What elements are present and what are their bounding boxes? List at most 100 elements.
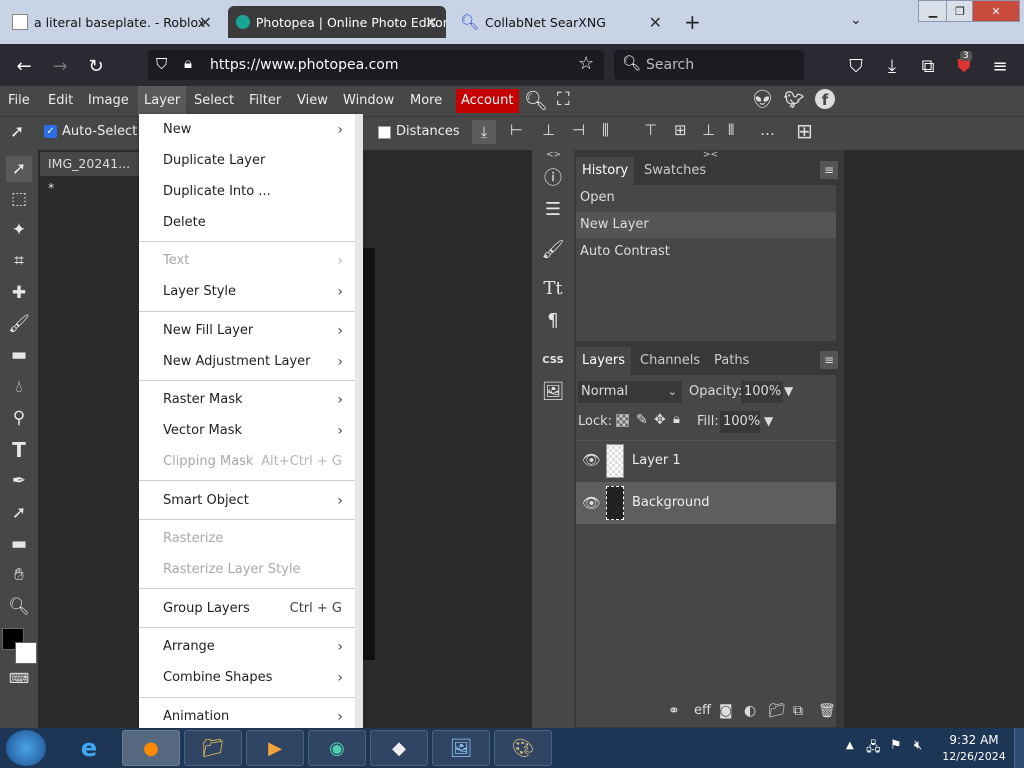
tab-list-chevron-icon[interactable]: ⌄ <box>850 12 862 28</box>
hamburger-menu-icon[interactable]: ≡ <box>988 54 1012 78</box>
start-button[interactable] <box>6 730 46 766</box>
gradient-tool-icon[interactable]: ▬ <box>6 342 32 368</box>
media-player-icon[interactable]: ▶ <box>246 730 304 766</box>
menu-scrollbar[interactable] <box>355 114 363 728</box>
menu-more[interactable]: More <box>410 86 442 116</box>
crop-tool-icon[interactable]: ⌗ <box>6 248 32 274</box>
minimize-button[interactable]: ▁ <box>918 0 948 22</box>
url-bar[interactable]: ⛉ 🔒︎ https://www.photopea.com ☆ <box>148 50 604 80</box>
extensions-icon[interactable]: ⧉ <box>916 54 940 78</box>
css-icon[interactable]: CSS <box>540 347 566 373</box>
menu-item-arrange[interactable]: Arrange › <box>139 632 355 662</box>
menu-item-raster-mask[interactable]: Raster Mask › <box>139 385 355 415</box>
menu-filter[interactable]: Filter <box>249 86 281 116</box>
roblox-icon[interactable]: ◆ <box>370 730 428 766</box>
internet-explorer-icon[interactable]: e <box>60 730 118 766</box>
adjustment-layer-icon[interactable]: ◐ <box>744 703 756 719</box>
paragraph-icon[interactable]: ¶ <box>540 307 566 333</box>
new-tab-button[interactable]: + <box>684 10 701 34</box>
menu-item-vector-mask[interactable]: Vector Mask › <box>139 416 355 446</box>
browser-tab-searxng[interactable]: 🔍︎ CollabNet SearXNG ✕ <box>452 6 670 38</box>
visibility-eye-icon[interactable]: 👁︎ <box>582 494 601 512</box>
show-desktop-button[interactable] <box>1014 728 1024 768</box>
new-layer-icon[interactable]: ⧉ <box>793 703 803 719</box>
firefox-icon[interactable]: ● <box>122 730 180 766</box>
network-icon[interactable]: 🖧︎ <box>866 738 881 760</box>
distances-checkbox[interactable] <box>378 126 391 139</box>
browser-tab-roblox[interactable]: a literal baseplate. - Roblox ✕ <box>6 6 220 38</box>
background-color-swatch[interactable] <box>15 642 37 664</box>
opacity-input[interactable]: 100% <box>741 381 783 403</box>
tab-history[interactable]: History <box>576 157 635 185</box>
file-explorer-icon[interactable]: 📁︎ <box>184 730 242 766</box>
menu-item-delete[interactable]: Delete <box>139 208 355 238</box>
visibility-eye-icon[interactable]: 👁︎ <box>582 451 601 469</box>
tab-channels[interactable]: Channels <box>634 347 706 375</box>
lock-pixels-icon[interactable]: ✎ <box>636 412 648 428</box>
download-icon[interactable]: ⤓ <box>472 120 496 144</box>
menu-select[interactable]: Select <box>194 86 234 116</box>
paint-icon[interactable]: 🎨︎ <box>494 730 552 766</box>
menu-edit[interactable]: Edit <box>48 86 73 116</box>
hand-tool-icon[interactable]: ✋︎ <box>6 562 32 588</box>
account-button[interactable]: Account <box>456 89 519 113</box>
menu-view[interactable]: View <box>297 86 328 116</box>
distribute-icon[interactable]: ⫼ <box>602 121 609 139</box>
info-icon[interactable]: ⓘ <box>540 164 566 190</box>
text-tool-icon[interactable]: T <box>6 437 32 463</box>
healing-tool-icon[interactable]: ✚ <box>6 280 32 306</box>
downloads-icon[interactable]: ⤓ <box>880 54 904 78</box>
back-arrow-icon[interactable]: ← <box>12 54 36 78</box>
browser-tab-photopea[interactable]: Photopea | Online Photo Editor ✕ <box>228 6 446 38</box>
pen-tool-icon[interactable]: ✒ <box>6 468 32 494</box>
clock-date[interactable]: 12/26/2024 <box>940 750 1008 763</box>
photopea-app-icon[interactable]: ◉ <box>308 730 366 766</box>
history-panel-menu-icon[interactable]: ≡ <box>820 161 838 179</box>
maximize-button[interactable]: ❐ <box>946 0 974 22</box>
menu-item-group-layers[interactable]: Group Layers Ctrl + G <box>139 594 355 624</box>
adjustments-icon[interactable]: ☰ <box>540 196 566 222</box>
history-item[interactable]: Auto Contrast <box>576 239 836 265</box>
layers-panel-menu-icon[interactable]: ≡ <box>820 351 838 369</box>
keyboard-icon[interactable]: ⌨ <box>6 666 32 692</box>
new-group-icon[interactable]: 📁︎ <box>768 703 786 719</box>
collapse-handle-icon[interactable]: <> <box>546 150 561 160</box>
menu-item-duplicate-layer[interactable]: Duplicate Layer <box>139 146 355 176</box>
move-tool-options-icon[interactable]: ➚ <box>10 122 24 142</box>
character-icon[interactable]: Tt <box>540 275 566 301</box>
blend-mode-select[interactable]: Normal ⌄ <box>578 381 682 403</box>
lock-all-icon[interactable]: 🔒︎ <box>673 412 680 427</box>
document-tab[interactable]: IMG_20241... * <box>40 152 140 195</box>
fullscreen-icon[interactable]: ⛶ <box>557 89 570 110</box>
add-mask-icon[interactable]: ◙ <box>719 703 733 719</box>
reload-icon[interactable]: ↻ <box>84 54 108 78</box>
fill-input[interactable]: 100% <box>720 411 760 433</box>
align-center-h-icon[interactable]: ⊥ <box>542 121 555 139</box>
align-right-icon[interactable]: ⊣ <box>572 121 585 139</box>
menu-item-new-adjustment-layer[interactable]: New Adjustment Layer › <box>139 347 355 377</box>
menu-layer[interactable]: Layer <box>138 86 187 116</box>
history-item[interactable]: New Layer <box>576 212 836 238</box>
marquee-tool-icon[interactable]: ⬚ <box>6 186 32 212</box>
brush-tool-icon[interactable]: 🖌︎ <box>6 311 32 337</box>
shape-tool-icon[interactable]: ▬ <box>6 531 32 557</box>
lock-position-icon[interactable]: ✥ <box>654 412 666 428</box>
align-top-icon[interactable]: ⊤ <box>644 121 657 139</box>
shield-icon[interactable]: ⛉ <box>156 55 167 73</box>
layer-name[interactable]: Layer 1 <box>632 453 681 468</box>
pocket-icon[interactable]: ⛉ <box>844 54 868 78</box>
grid-icon[interactable]: ⊞ <box>796 119 813 143</box>
lock-transparency-icon[interactable] <box>616 414 629 427</box>
fill-dropdown-icon[interactable]: ▼ <box>764 414 773 428</box>
menu-item-smart-object[interactable]: Smart Object › <box>139 486 355 516</box>
menu-item-new[interactable]: New › <box>139 115 355 145</box>
close-tab-icon[interactable]: ✕ <box>425 13 438 32</box>
close-tab-icon[interactable]: ✕ <box>649 13 662 32</box>
facebook-icon[interactable]: f <box>815 89 835 109</box>
link-layers-icon[interactable]: ⚭ <box>668 703 680 719</box>
reddit-icon[interactable]: 👽︎ <box>751 89 774 110</box>
tab-swatches[interactable]: Swatches <box>638 157 712 185</box>
menu-item-duplicate-into[interactable]: Duplicate Into ... <box>139 177 355 207</box>
blur-tool-icon[interactable]: 💧︎ <box>6 374 32 400</box>
path-select-tool-icon[interactable]: ➚ <box>6 500 32 526</box>
